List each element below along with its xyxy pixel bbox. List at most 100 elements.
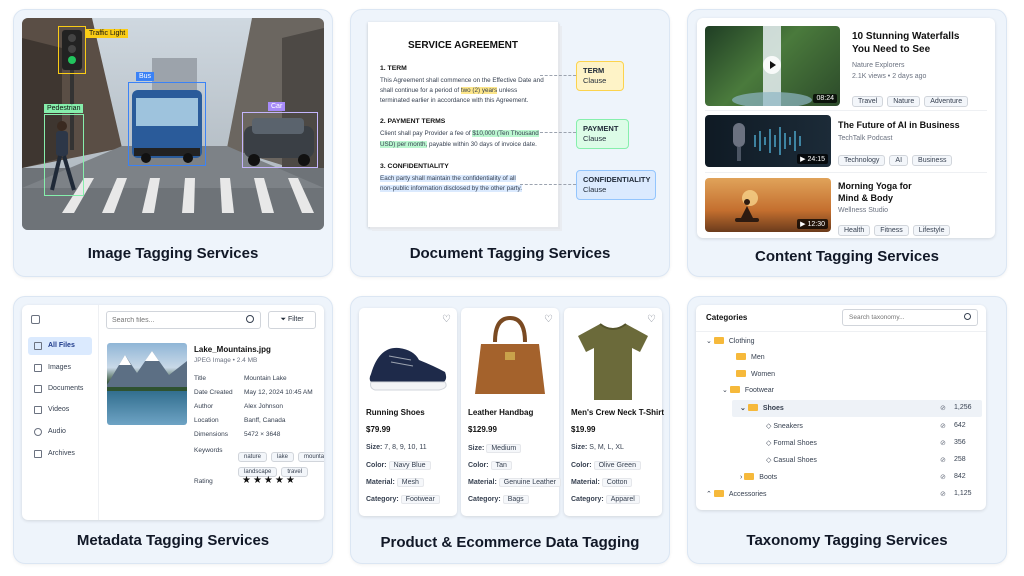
tree-item-clothing[interactable]: ⌄ Clothing — [706, 337, 755, 345]
row-value: Mesh — [396, 478, 424, 487]
field-value[interactable]: May 12, 2024 10:45 AM — [244, 389, 313, 396]
tag-chip[interactable]: Technology — [838, 155, 886, 166]
video-channel: Nature Explorers — [852, 62, 905, 69]
payment-text-2: USD) per month, payable within 30 days o… — [380, 140, 548, 151]
video-title-line2[interactable]: Mind & Body — [838, 193, 893, 203]
search-input[interactable] — [106, 311, 261, 329]
video-title-line2[interactable]: You Need to See — [852, 44, 930, 55]
sidebar-item-documents[interactable]: Documents — [28, 380, 92, 398]
street-scene-image: Traffic Light Bus Pedestrian Car — [22, 18, 324, 230]
filter-button[interactable]: ⏷ Filter — [268, 311, 316, 329]
pedestrian-bbox — [44, 114, 84, 196]
tag-chip[interactable]: Business — [912, 155, 953, 166]
product-card-leather-handbag[interactable]: ♡ Leather Handbag $129.99 Size: Medium Co… — [461, 308, 561, 516]
video-channel: Wellness Studio — [838, 207, 889, 214]
rating-stars[interactable]: ★★★★★ — [242, 475, 297, 486]
folder-icon — [713, 337, 724, 344]
video-tags: Travel Nature Adventure — [852, 90, 972, 108]
sidebar-item-audio[interactable]: Audio — [28, 423, 92, 441]
chevron-down-icon[interactable]: ⌄ — [722, 387, 730, 394]
traffic-light-bbox — [58, 26, 86, 74]
tshirt-image — [578, 323, 648, 400]
video-duration: 08:24 — [813, 94, 837, 103]
card-title: Image Tagging Services — [87, 245, 259, 262]
keywords-label: Keywords — [194, 447, 223, 454]
field-label: Date Created — [194, 389, 233, 396]
tag-chip[interactable]: AI — [889, 155, 909, 166]
tree-item-women[interactable]: Women — [736, 370, 775, 378]
pedestrian-label: Pedestrian — [44, 104, 84, 113]
search-icon[interactable] — [246, 315, 254, 323]
search-icon[interactable] — [964, 313, 971, 320]
tag-icon: ⊘ — [940, 491, 946, 498]
sidebar-item-images[interactable]: Images — [28, 359, 92, 377]
podcast-thumbnail[interactable]: ▶ 24:15 — [705, 115, 831, 167]
field-label: Author — [194, 403, 214, 410]
lake-mountains-image[interactable] — [107, 343, 187, 425]
field-value[interactable]: Alex Johnson — [244, 403, 283, 410]
video-icon — [34, 406, 42, 414]
tree-item-footwear[interactable]: ⌄ Footwear — [722, 386, 774, 394]
row-value: Bags — [502, 495, 529, 504]
tag-chip[interactable]: Health — [838, 225, 871, 236]
filter-label: Filter — [287, 316, 304, 323]
folder-icon — [736, 353, 746, 360]
chevron-down-icon[interactable]: ⌄ — [706, 338, 714, 345]
field-value[interactable]: Banff, Canada — [244, 417, 285, 424]
waterfall-thumbnail[interactable]: 08:24 — [705, 26, 840, 106]
sidebar-item-archives[interactable]: Archives — [28, 445, 92, 463]
tree-item-accessories[interactable]: ⌃ Accessories — [706, 490, 767, 498]
term-highlight: two (2) years — [460, 87, 498, 94]
tag-chip[interactable]: Lifestyle — [912, 225, 951, 236]
sidebar-item-all-files[interactable]: All Files — [28, 337, 92, 355]
video-title[interactable]: 10 Stunning Waterfalls — [852, 31, 959, 42]
video-duration: ▶ 12:30 — [797, 219, 828, 229]
tag-icon: ⊘ — [940, 457, 946, 464]
tree-item-men[interactable]: Men — [736, 353, 765, 361]
tag-chip[interactable]: Fitness — [874, 225, 909, 236]
tag-chip[interactable]: Travel — [852, 96, 884, 107]
tree-item-formal-shoes[interactable]: ◇ Formal Shoes — [766, 439, 817, 447]
sidebar-label: Videos — [48, 406, 70, 413]
filter-icon: ⏷ — [280, 316, 288, 323]
card-title: Taxonomy Tagging Services — [746, 532, 948, 549]
sidebar-label: Archives — [48, 450, 75, 457]
confidentiality-text-1: Each party shall maintain the confidenti… — [380, 174, 548, 185]
row-label: Color: — [468, 462, 489, 469]
product-price: $79.99 — [366, 425, 391, 434]
tree-item-casual-shoes[interactable]: ◇ Casual Shoes — [766, 456, 817, 464]
video-title[interactable]: Morning Yoga for — [838, 181, 912, 191]
chevron-down-icon[interactable]: ⌄ — [740, 405, 748, 412]
payment-text-1a: Client shall pay Provider a fee of — [380, 130, 473, 137]
field-label: Title — [194, 375, 207, 382]
product-card-running-shoes[interactable]: ♡ Running Shoes $79.99 Size: 7, 8, 9, 10… — [359, 308, 457, 516]
video-title[interactable]: The Future of AI in Business — [838, 120, 960, 130]
tag-chip[interactable]: Adventure — [924, 96, 969, 107]
product-price: $129.99 — [468, 425, 497, 434]
callout-title: TERM — [583, 66, 605, 75]
video-duration: ▶ 24:15 — [797, 154, 828, 164]
bus-label: Bus — [136, 72, 155, 81]
product-card-tshirt[interactable]: ♡ Men's Crew Neck T-Shirt $19.99 Size: S… — [564, 308, 664, 516]
field-value[interactable]: 5472 × 3648 — [244, 431, 280, 438]
term-heading: 1. TERM — [380, 65, 407, 72]
tree-item-boots[interactable]: › Boots — [740, 473, 777, 481]
file-type: JPEG Image • 2.4 MB — [194, 357, 258, 364]
select-checkbox-icon[interactable] — [31, 315, 40, 324]
field-value[interactable]: Mountain Lake — [244, 375, 287, 382]
chevron-up-icon[interactable]: ⌃ — [706, 491, 714, 498]
tag-chip[interactable]: Nature — [887, 96, 921, 107]
folder-icon — [729, 386, 740, 393]
sidebar-item-videos[interactable]: Videos — [28, 401, 92, 419]
tree-item-sneakers[interactable]: ◇ Sneakers — [766, 422, 803, 430]
taxonomy-search-input[interactable] — [842, 309, 978, 326]
duration-text: 24:15 — [807, 156, 825, 163]
tree-label: Shoes — [762, 405, 784, 412]
payment-connector — [540, 132, 576, 133]
play-icon[interactable] — [763, 56, 781, 74]
tag-icon: ⊘ — [940, 440, 946, 447]
row-value: Genuine Leather — [498, 478, 561, 487]
file-browser-panel: All Files Images Documents Videos Audio … — [22, 305, 324, 520]
yoga-thumbnail[interactable]: ▶ 12:30 — [705, 178, 831, 232]
tree-item-shoes[interactable]: ⌄ Shoes — [740, 404, 784, 412]
